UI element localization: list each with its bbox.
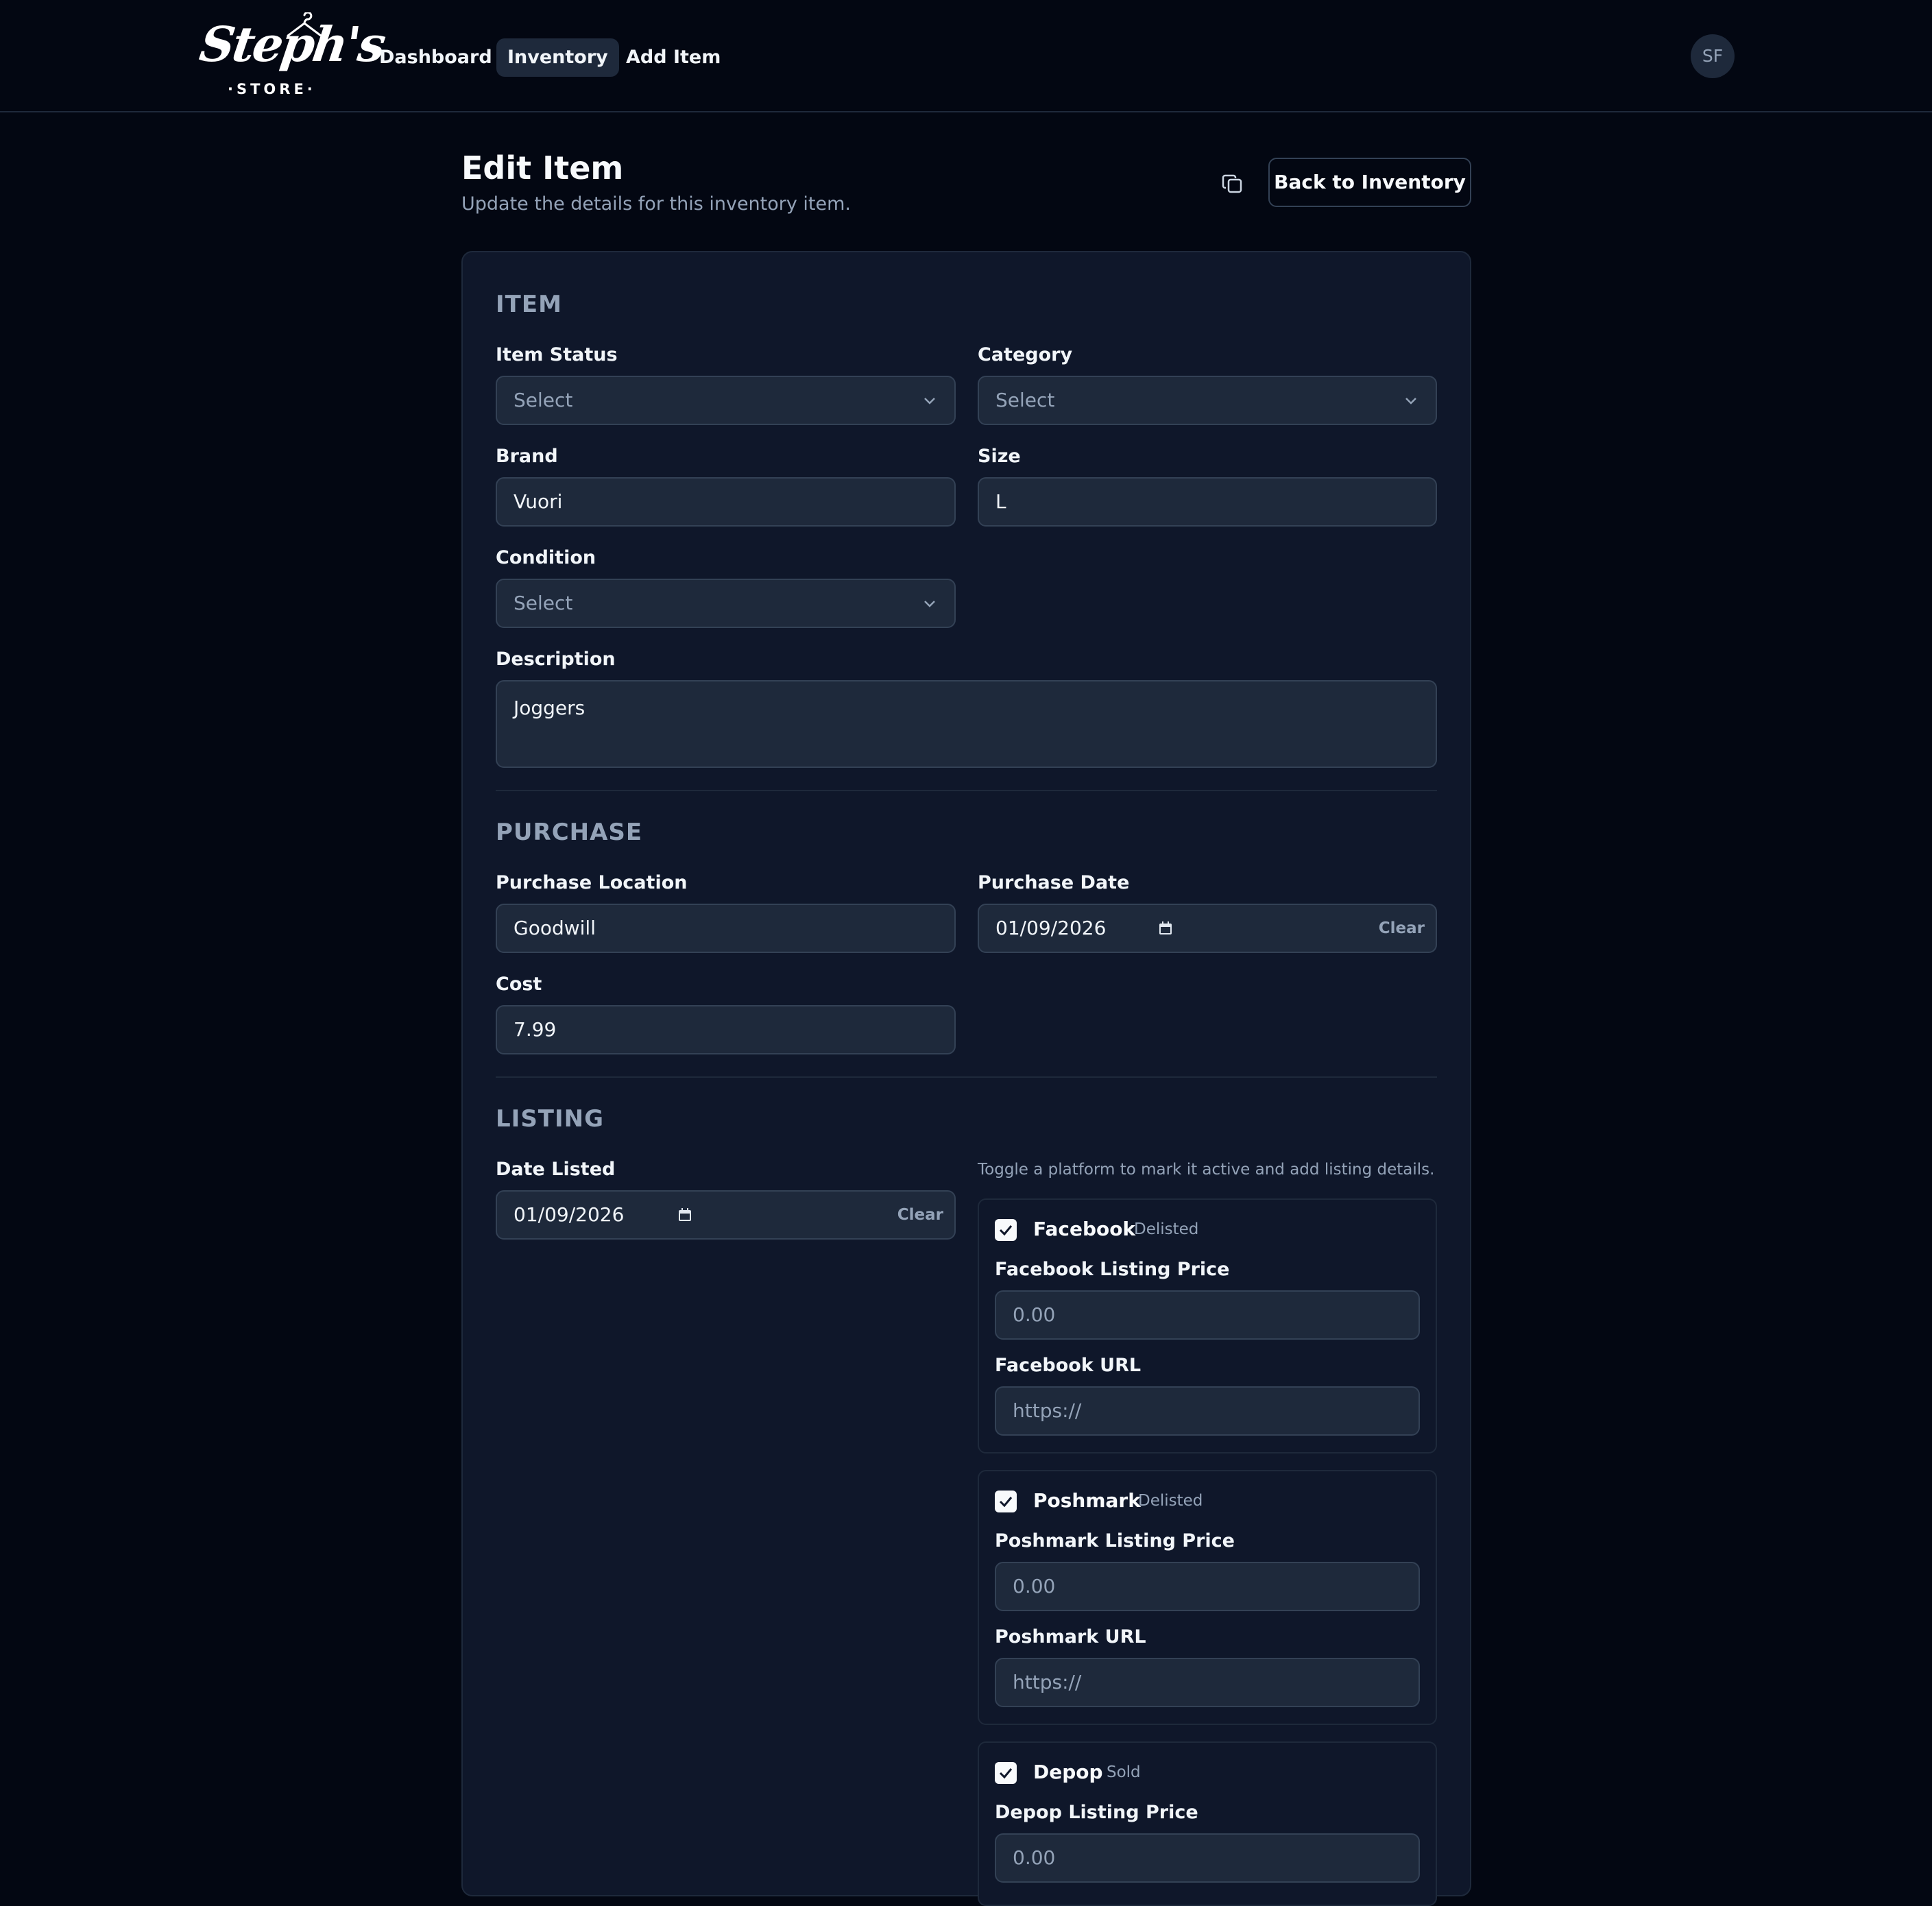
category-select[interactable]: Select [978,376,1437,425]
cost-input[interactable]: 7.99 [496,1005,956,1054]
category-label: Category [978,344,1073,365]
item-status-select[interactable]: Select [496,376,956,425]
check-icon [999,1768,1013,1779]
cost-label: Cost [496,974,542,995]
depop-name: Depop [1033,1761,1103,1783]
chevron-down-icon [924,398,935,405]
brand-label: Brand [496,446,558,467]
top-navbar: Steph's ·STORE· Dashboard Inventory Add … [0,0,1932,112]
section-heading-listing: LISTING [496,1105,605,1133]
section-divider [496,790,1437,791]
check-icon [999,1225,1013,1236]
item-status-value: Select [514,389,573,411]
category-value: Select [995,389,1055,411]
purchase-date-clear-button[interactable]: Clear [1379,905,1425,952]
facebook-status-badge: Delisted [1134,1220,1199,1238]
facebook-url-label: Facebook URL [995,1355,1142,1376]
purchase-date-input[interactable]: 01/09/2026 Clear [978,904,1437,953]
date-listed-input[interactable]: 01/09/2026 Clear [496,1190,956,1240]
calendar-icon[interactable] [677,1207,693,1223]
depop-status-badge: Sold [1107,1763,1141,1781]
poshmark-price-input[interactable]: 0.00 [995,1562,1420,1611]
check-icon [999,1497,1013,1508]
poshmark-name: Poshmark [1033,1489,1141,1512]
description-textarea[interactable]: Joggers [496,680,1437,768]
condition-value: Select [514,592,573,614]
logo-store-text: ·STORE· [228,81,316,97]
poshmark-status-badge: Delisted [1138,1492,1203,1510]
condition-label: Condition [496,547,596,568]
brand-input[interactable]: Vuori [496,477,956,527]
copy-icon[interactable] [1218,169,1248,199]
nav-link-inventory[interactable]: Inventory [496,38,619,77]
description-label: Description [496,649,616,670]
facebook-name: Facebook [1033,1218,1136,1240]
purchase-location-label: Purchase Location [496,872,688,893]
nav-link-add-item[interactable]: Add Item [615,38,732,77]
depop-price-input[interactable]: 0.00 [995,1833,1420,1883]
section-divider [496,1076,1437,1078]
platform-hint-text: Toggle a platform to mark it active and … [978,1161,1435,1179]
back-to-inventory-button[interactable]: Back to Inventory [1268,158,1471,207]
depop-price-label: Depop Listing Price [995,1802,1198,1823]
purchase-date-label: Purchase Date [978,872,1130,893]
section-heading-purchase: PURCHASE [496,819,643,846]
date-listed-clear-button[interactable]: Clear [897,1192,943,1238]
poshmark-url-label: Poshmark URL [995,1626,1146,1648]
purchase-date-value: 01/09/2026 [995,917,1107,939]
section-heading-item: ITEM [496,291,562,318]
page-subtitle: Update the details for this inventory it… [461,193,852,215]
logo-script-text: Steph's [196,16,388,73]
purchase-location-input[interactable]: Goodwill [496,904,956,953]
date-listed-label: Date Listed [496,1159,616,1180]
facebook-url-input[interactable]: https:// [995,1386,1420,1436]
page-title: Edit Item [461,149,624,186]
size-input[interactable]: L [978,477,1437,527]
user-avatar[interactable]: SF [1691,34,1735,78]
chevron-down-icon [924,601,935,607]
size-label: Size [978,446,1021,467]
item-status-label: Item Status [496,344,618,365]
poshmark-checkbox[interactable] [995,1491,1017,1512]
facebook-price-input[interactable]: 0.00 [995,1290,1420,1340]
chevron-down-icon [1405,398,1416,405]
poshmark-price-label: Poshmark Listing Price [995,1530,1235,1552]
date-listed-value: 01/09/2026 [514,1203,625,1226]
facebook-checkbox[interactable] [995,1219,1017,1241]
facebook-price-label: Facebook Listing Price [995,1259,1230,1280]
nav-link-dashboard[interactable]: Dashboard [368,38,503,77]
depop-checkbox[interactable] [995,1762,1017,1784]
condition-select[interactable]: Select [496,579,956,628]
poshmark-url-input[interactable]: https:// [995,1658,1420,1707]
store-logo[interactable]: Steph's ·STORE· [196,12,387,101]
calendar-icon[interactable] [1157,920,1174,937]
